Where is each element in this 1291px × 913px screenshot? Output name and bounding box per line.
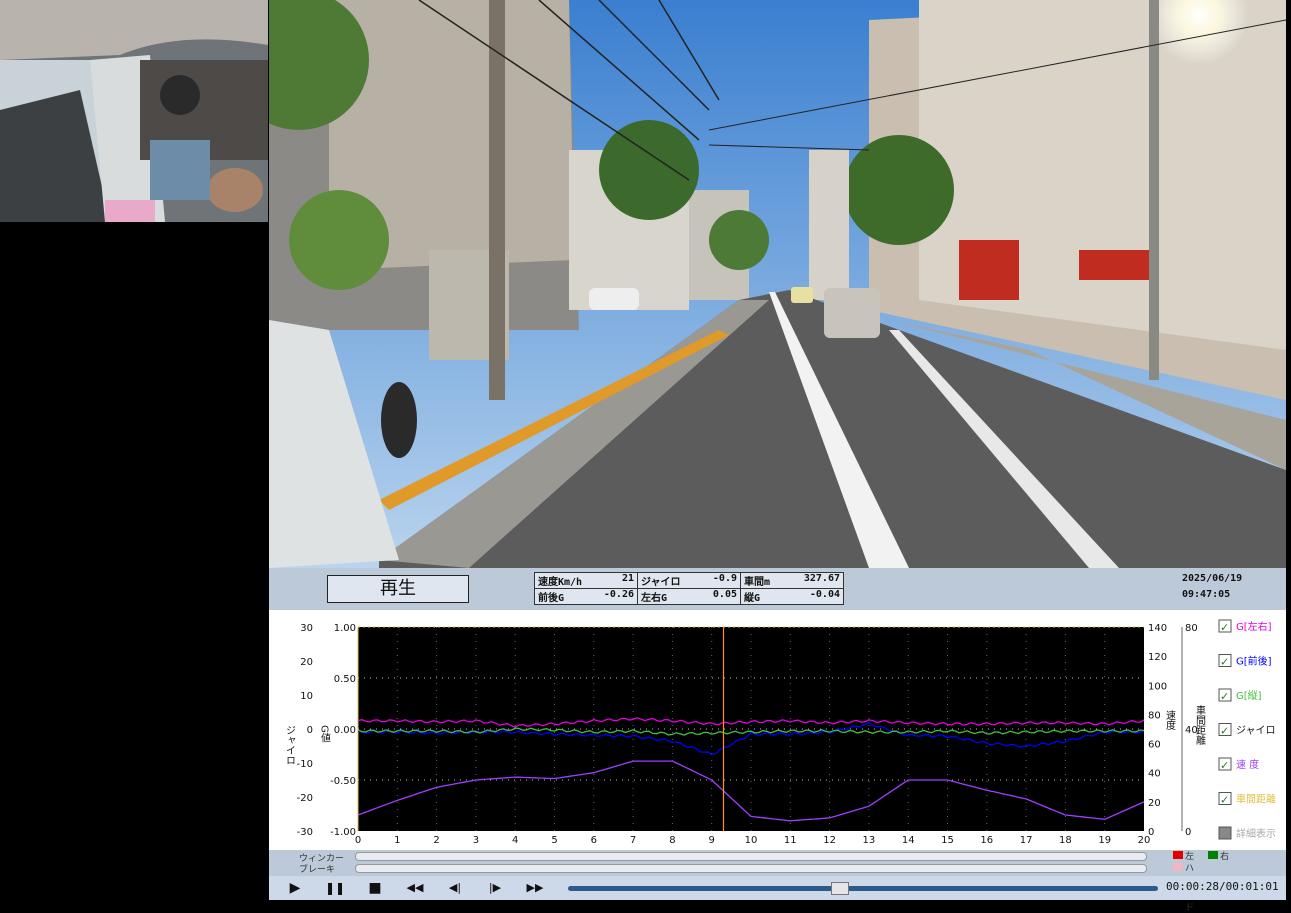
checkmark-icon: ✓ (1220, 794, 1229, 807)
gyro-tick-label: -10 (297, 759, 313, 770)
x-tick-label: 2 (433, 835, 439, 846)
distance-axis-title: 車間距離 (1194, 704, 1206, 746)
sensor-cell-speed: 速度Km/h 21 (534, 572, 638, 589)
date-text: 2025/06/19 (1182, 573, 1243, 584)
cabin-camera-view (0, 0, 268, 222)
gyro-tick-label: 10 (300, 691, 313, 702)
gyro-tick-label: 20 (300, 657, 313, 668)
step-forward-button[interactable]: |▶ (481, 878, 509, 898)
x-tick-label: 13 (863, 835, 876, 846)
plot-area (358, 627, 1144, 831)
x-tick-label: 16 (980, 835, 993, 846)
sensor-cell-gyro: ジャイロ -0.9 (637, 572, 741, 589)
info-strip: 再生 速度Km/h 21 ジャイロ -0.9 車間m 327.67 前後G -0.26 … (269, 568, 1286, 610)
x-tick-label: 10 (745, 835, 758, 846)
checkmark-icon: ✓ (1220, 759, 1229, 772)
x-tick-label: 17 (1020, 835, 1033, 846)
winker-bar (355, 852, 1147, 861)
speed-tick-label: 80 (1148, 710, 1161, 721)
g-axis-title: G値 (319, 725, 331, 744)
gyro-axis-title: ジャイロ (284, 725, 296, 765)
x-tick-label: 9 (709, 835, 715, 846)
sensor-cell-distance: 車間m 327.67 (740, 572, 844, 589)
right-signal-label: 右 (1220, 852, 1230, 862)
checkmark-icon: ✓ (1220, 690, 1229, 703)
step-back-button[interactable]: ◀| (441, 878, 469, 898)
playback-controls: ▶ ❚❚ ■ ◀◀ ◀| |▶ ▶▶ 00:00:28/00:01:01 (269, 876, 1286, 900)
sensor-row: 速度Km/h 21 ジャイロ -0.9 車間m 327.67 (534, 572, 844, 589)
brake-bar (355, 864, 1147, 873)
x-tick-label: 15 (941, 835, 954, 846)
brake-label: ブレーキ (299, 865, 336, 875)
g-tick-label: -0.50 (330, 776, 356, 787)
seek-bar[interactable] (568, 886, 1158, 891)
x-tick-label: 14 (902, 835, 915, 846)
x-tick-label: 5 (551, 835, 557, 846)
sensor-cell-g-left-right: 左右G 0.05 (637, 588, 741, 605)
speed-tick-label: 60 (1148, 740, 1161, 751)
play-status-label: 再生 (327, 575, 469, 603)
speed-tick-label: 20 (1148, 798, 1161, 809)
hazard-signal-swatch (1173, 863, 1183, 871)
g-tick-label: 0.50 (334, 674, 356, 685)
speed-tick-label: 0 (1148, 827, 1154, 838)
legend-label: 速 度 (1236, 758, 1259, 771)
time-display: 00:00:28/00:01:01 (1166, 880, 1279, 893)
g-tick-label: -1.00 (330, 827, 356, 838)
legend-label: G[左右] (1236, 620, 1272, 633)
speed-tick-label: 140 (1148, 623, 1167, 634)
sensor-chart: 0 1 2 3 4 5 6 7 8 9 10 11 12 13 14 15 16 17 18 19 203020100-… (269, 610, 1286, 850)
left-signal-swatch (1173, 851, 1183, 859)
signal-strip: ウィンカー ブレーキ 左 右 ハザード (269, 850, 1286, 913)
rewind-button[interactable]: ◀◀ (401, 878, 429, 898)
gyro-tick-label: -20 (297, 793, 313, 804)
front-camera-view (269, 0, 1286, 568)
x-tick-label: 7 (630, 835, 636, 846)
x-tick-label: 4 (512, 835, 518, 846)
x-tick-label: 8 (669, 835, 675, 846)
legend-label: 詳細表示 (1236, 827, 1276, 840)
x-tick-label: 6 (591, 835, 597, 846)
stop-button[interactable]: ■ (361, 878, 389, 898)
checkmark-icon: ✓ (1220, 656, 1229, 669)
checkmark-icon: ✓ (1220, 621, 1229, 634)
time-text: 09:47:05 (1182, 589, 1231, 600)
speed-axis-title: 速度 (1164, 710, 1176, 731)
x-tick-label: 1 (394, 835, 400, 846)
legend-label: G[縦] (1236, 689, 1262, 702)
legend-label: ジャイロ (1236, 726, 1276, 737)
legend-label: 車間距離 (1236, 793, 1276, 806)
sensor-row: 前後G -0.26 左右G 0.05 縦G -0.04 (534, 588, 844, 605)
distance-tick-label: 0 (1185, 827, 1191, 838)
sensor-readout-table: 速度Km/h 21 ジャイロ -0.9 車間m 327.67 前後G -0.26 左右G… (534, 572, 844, 605)
right-signal-swatch (1208, 851, 1218, 859)
speed-tick-label: 100 (1148, 681, 1167, 692)
x-tick-label: 3 (473, 835, 479, 846)
g-tick-label: 0.00 (334, 725, 356, 736)
g-tick-label: 1.00 (334, 623, 356, 634)
x-tick-label: 18 (1059, 835, 1072, 846)
gyro-tick-label: -30 (297, 827, 313, 838)
pause-button[interactable]: ❚❚ (321, 878, 349, 898)
sensor-cell-g-front-back: 前後G -0.26 (534, 588, 638, 605)
speed-tick-label: 120 (1148, 652, 1167, 663)
gyro-tick-label: 30 (300, 623, 313, 634)
seek-thumb[interactable] (831, 882, 850, 895)
fast-forward-button[interactable]: ▶▶ (521, 878, 549, 898)
speed-tick-label: 40 (1148, 769, 1161, 780)
gyro-tick-label: 0 (307, 725, 313, 736)
datetime-display: 2025/06/19 09:47:05 (1182, 571, 1242, 603)
x-tick-label: 19 (1098, 835, 1111, 846)
x-tick-label: 11 (784, 835, 797, 846)
play-button[interactable]: ▶ (281, 878, 309, 898)
legend-label: G[前後] (1236, 655, 1272, 668)
sensor-cell-g-vertical: 縦G -0.04 (740, 588, 844, 605)
distance-tick-label: 80 (1185, 623, 1198, 634)
checkmark-icon: ✓ (1220, 725, 1229, 738)
legend-checkbox[interactable] (1218, 826, 1232, 840)
x-tick-label: 12 (823, 835, 836, 846)
